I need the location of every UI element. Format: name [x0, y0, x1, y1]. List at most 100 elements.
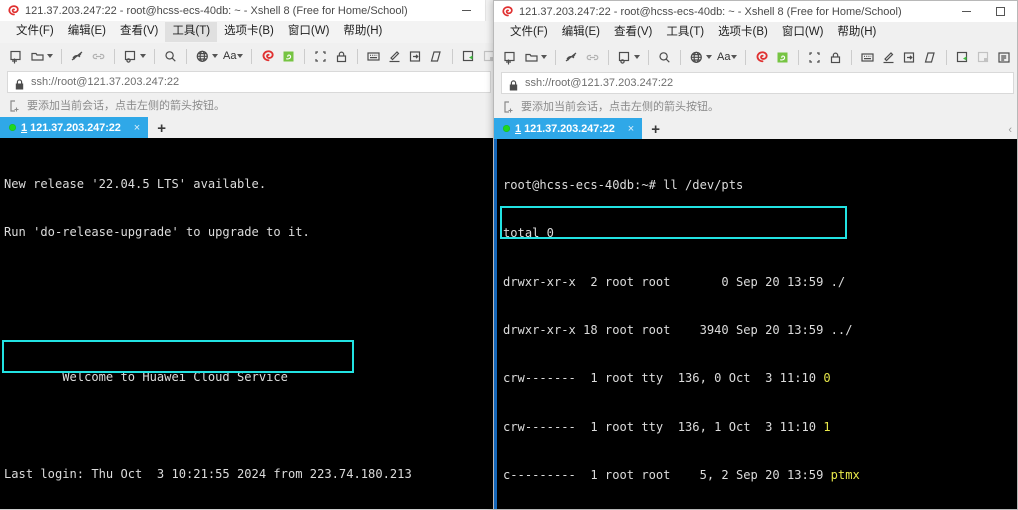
open-folder-icon[interactable]: [521, 47, 542, 67]
terminal-row-pts0: crw------- 1 root tty 136, 0 Oct 3 11:10…: [503, 370, 1017, 386]
tab-status-dot-icon: [9, 124, 16, 131]
new-tab-icon[interactable]: [120, 46, 141, 66]
font-size-icon[interactable]: Aa: [221, 50, 238, 62]
fullscreen-icon[interactable]: [804, 47, 825, 67]
xshell-window-right[interactable]: 121.37.203.247:22 - root@hcss-ecs-40db: …: [493, 0, 1018, 510]
xshell-app-icon[interactable]: [257, 46, 278, 66]
terminal-right[interactable]: root@hcss-ecs-40db:~# ll /dev/pts total …: [494, 139, 1017, 509]
title-bar-left[interactable]: 121.37.203.247:22 - root@hcss-ecs-40db: …: [0, 0, 494, 21]
tab-session-right[interactable]: 1 121.37.203.247:22 ×: [494, 118, 643, 139]
keyboard-icon[interactable]: [857, 47, 878, 67]
minimize-button-left[interactable]: [449, 0, 483, 21]
menu-file-right[interactable]: 文件(F): [503, 23, 555, 43]
new-tab-dropdown[interactable]: [140, 54, 146, 58]
menu-view-left[interactable]: 查看(V): [113, 22, 165, 42]
toolbar-left[interactable]: Aa: [0, 43, 494, 69]
fullscreen-icon[interactable]: [310, 46, 331, 66]
menu-window-right[interactable]: 窗口(W): [775, 23, 831, 43]
minimize-button-right[interactable]: [949, 1, 983, 22]
ptmx-name: ptmx: [830, 467, 860, 482]
highlight-icon[interactable]: [384, 46, 405, 66]
menu-tabs-right[interactable]: 选项卡(B): [711, 23, 775, 43]
tab-bar-left[interactable]: 1 121.37.203.247:22 × +: [0, 117, 494, 138]
menu-window-left[interactable]: 窗口(W): [281, 22, 337, 42]
search-icon[interactable]: [160, 46, 181, 66]
menu-help-right[interactable]: 帮助(H): [830, 23, 883, 43]
toolbar-right[interactable]: Aa: [494, 44, 1017, 70]
open-folder-dropdown[interactable]: [47, 54, 53, 58]
add-session-icon[interactable]: [9, 99, 22, 112]
toolbar-separator: [555, 49, 556, 65]
font-dropdown[interactable]: [731, 55, 738, 59]
script-stop-icon[interactable]: [479, 46, 494, 66]
menu-edit-right[interactable]: 编辑(E): [555, 23, 607, 43]
maximize-button-right[interactable]: [983, 1, 1017, 22]
compose-bar-icon[interactable]: [994, 47, 1015, 67]
xshell-window-left[interactable]: 121.37.203.247:22 - root@hcss-ecs-40db: …: [0, 0, 495, 510]
new-session-icon[interactable]: [6, 46, 27, 66]
menu-bar-left[interactable]: 文件(F) 编辑(E) 查看(V) 工具(T) 选项卡(B) 窗口(W) 帮助(…: [0, 21, 494, 43]
run-script-icon[interactable]: [458, 46, 479, 66]
tab-close-icon[interactable]: ×: [624, 123, 638, 135]
trace-icon[interactable]: [426, 46, 447, 66]
keyboard-icon[interactable]: [363, 46, 384, 66]
menu-file-left[interactable]: 文件(F): [9, 22, 61, 42]
script-stop-icon[interactable]: [973, 47, 994, 67]
tab-label-left: 121.37.203.247:22: [30, 121, 121, 134]
title-bar-right[interactable]: 121.37.203.247:22 - root@hcss-ecs-40db: …: [494, 1, 1017, 22]
globe-encoding-icon[interactable]: [686, 47, 707, 67]
run-script-icon[interactable]: [952, 47, 973, 67]
toolbar-separator: [680, 49, 681, 65]
globe-dropdown[interactable]: [212, 54, 218, 58]
window-controls-right[interactable]: [949, 1, 1017, 22]
open-folder-dropdown[interactable]: [541, 55, 547, 59]
menu-help-left[interactable]: 帮助(H): [336, 22, 389, 42]
xftp-app-icon[interactable]: [772, 47, 793, 67]
menu-tools-right[interactable]: 工具(T): [659, 23, 711, 43]
lock-icon[interactable]: [331, 46, 352, 66]
highlight-box-left: [2, 340, 354, 373]
terminal-left[interactable]: New release '22.04.5 LTS' available. Run…: [0, 138, 494, 509]
menu-tabs-left[interactable]: 选项卡(B): [217, 22, 281, 42]
xftp-app-icon[interactable]: [278, 46, 299, 66]
menu-view-right[interactable]: 查看(V): [607, 23, 659, 43]
menu-bar-right[interactable]: 文件(F) 编辑(E) 查看(V) 工具(T) 选项卡(B) 窗口(W) 帮助(…: [494, 22, 1017, 44]
window-title-right: 121.37.203.247:22 - root@hcss-ecs-40db: …: [519, 5, 902, 18]
log-icon[interactable]: [405, 46, 426, 66]
trace-icon[interactable]: [920, 47, 941, 67]
new-tab-button-right[interactable]: +: [642, 120, 669, 139]
session-hint-text-left: 要添加当前会话，点击左侧的箭头按钮。: [27, 100, 225, 112]
xshell-logo-icon: [501, 5, 514, 18]
globe-encoding-icon[interactable]: [192, 46, 213, 66]
disconnect-icon[interactable]: [67, 46, 88, 66]
window-controls-left[interactable]: [449, 0, 483, 21]
disconnect-icon[interactable]: [561, 47, 582, 67]
address-bar-right[interactable]: ssh://root@121.37.203.247:22: [501, 72, 1014, 94]
search-icon[interactable]: [654, 47, 675, 67]
open-folder-icon[interactable]: [27, 46, 48, 66]
menu-edit-left[interactable]: 编辑(E): [61, 22, 113, 42]
new-session-icon[interactable]: [500, 47, 521, 67]
tab-bar-right[interactable]: 1 121.37.203.247:22 × + ‹: [494, 118, 1017, 139]
xshell-app-icon[interactable]: [751, 47, 772, 67]
reconnect-icon[interactable]: [582, 47, 603, 67]
tab-status-dot-icon: [503, 125, 510, 132]
tab-close-icon[interactable]: ×: [130, 122, 144, 134]
reconnect-icon[interactable]: [88, 46, 109, 66]
add-session-icon[interactable]: [503, 100, 516, 113]
highlight-icon[interactable]: [878, 47, 899, 67]
new-tab-icon[interactable]: [614, 47, 635, 67]
log-icon[interactable]: [899, 47, 920, 67]
address-bar-left[interactable]: ssh://root@121.37.203.247:22: [7, 71, 491, 93]
lock-icon[interactable]: [825, 47, 846, 67]
tab-overflow-chevron-icon[interactable]: ‹: [1008, 124, 1012, 136]
globe-dropdown[interactable]: [706, 55, 712, 59]
font-dropdown[interactable]: [237, 54, 244, 58]
terminal-row-pts1: crw------- 1 root tty 136, 1 Oct 3 11:10…: [503, 419, 1017, 435]
font-size-icon[interactable]: Aa: [715, 51, 732, 63]
menu-tools-left[interactable]: 工具(T): [165, 22, 218, 42]
new-tab-button-left[interactable]: +: [148, 119, 175, 138]
tab-session-left[interactable]: 1 121.37.203.247:22 ×: [0, 117, 149, 138]
new-tab-dropdown[interactable]: [634, 55, 640, 59]
